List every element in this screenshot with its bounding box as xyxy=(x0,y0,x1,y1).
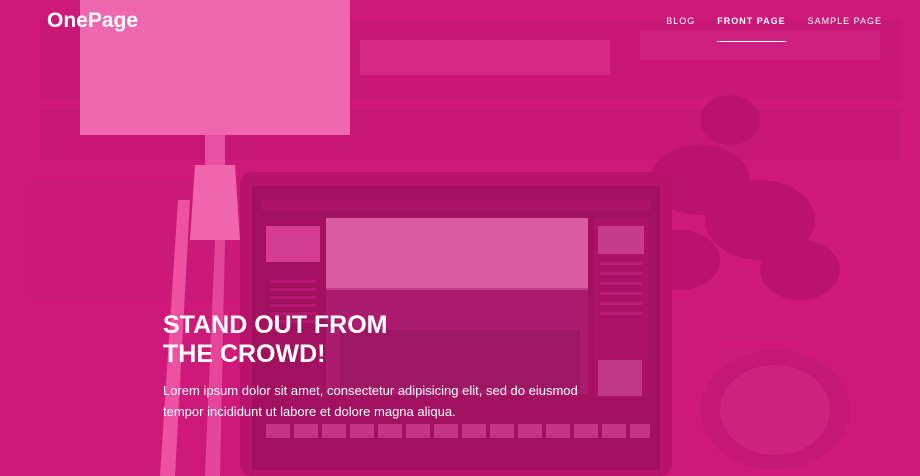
hero-subtext-line2: tempor incididunt ut labore et dolore ma… xyxy=(163,404,456,419)
nav-item-sample-page[interactable]: SAMPLE PAGE xyxy=(808,16,882,42)
nav-item-front-page[interactable]: FRONT PAGE xyxy=(717,16,786,42)
nav-item-blog[interactable]: BLOG xyxy=(666,16,695,42)
hero-subtext-line1: Lorem ipsum dolor sit amet, consectetur … xyxy=(163,383,578,398)
hero-subtext: Lorem ipsum dolor sit amet, consectetur … xyxy=(163,380,583,422)
main-nav: BLOG FRONT PAGE SAMPLE PAGE xyxy=(666,16,882,42)
site-logo[interactable]: OnePage xyxy=(47,9,138,33)
hero-headline-line2: THE CROWD! xyxy=(163,340,326,368)
hero-headline-line1: STAND OUT FROM xyxy=(163,311,388,339)
hero-headline: STAND OUT FROM THE CROWD! xyxy=(163,311,388,369)
